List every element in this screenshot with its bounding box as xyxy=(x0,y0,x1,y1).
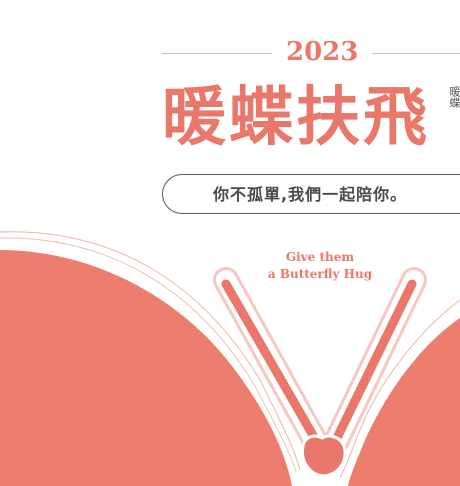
page-title: 暖蝶扶飛 xyxy=(162,81,430,155)
slogan-text: 你不孤單,我們一起陪你。 xyxy=(213,185,408,204)
butterfly-head xyxy=(300,434,347,478)
year-rule-left xyxy=(162,53,272,54)
left-wing xyxy=(0,250,292,486)
tagline-line-2: a Butterfly Hug xyxy=(267,267,373,281)
tagline-line-1: Give them xyxy=(285,250,355,264)
tagline: Give them a Butterfly Hug xyxy=(250,249,390,283)
year-header: 2023 xyxy=(0,35,460,71)
year-rule-right xyxy=(372,53,460,54)
butterfly-illustration xyxy=(0,231,460,486)
year-label: 2023 xyxy=(286,37,359,67)
side-vertical-text: 暖蝶 xyxy=(448,86,460,108)
